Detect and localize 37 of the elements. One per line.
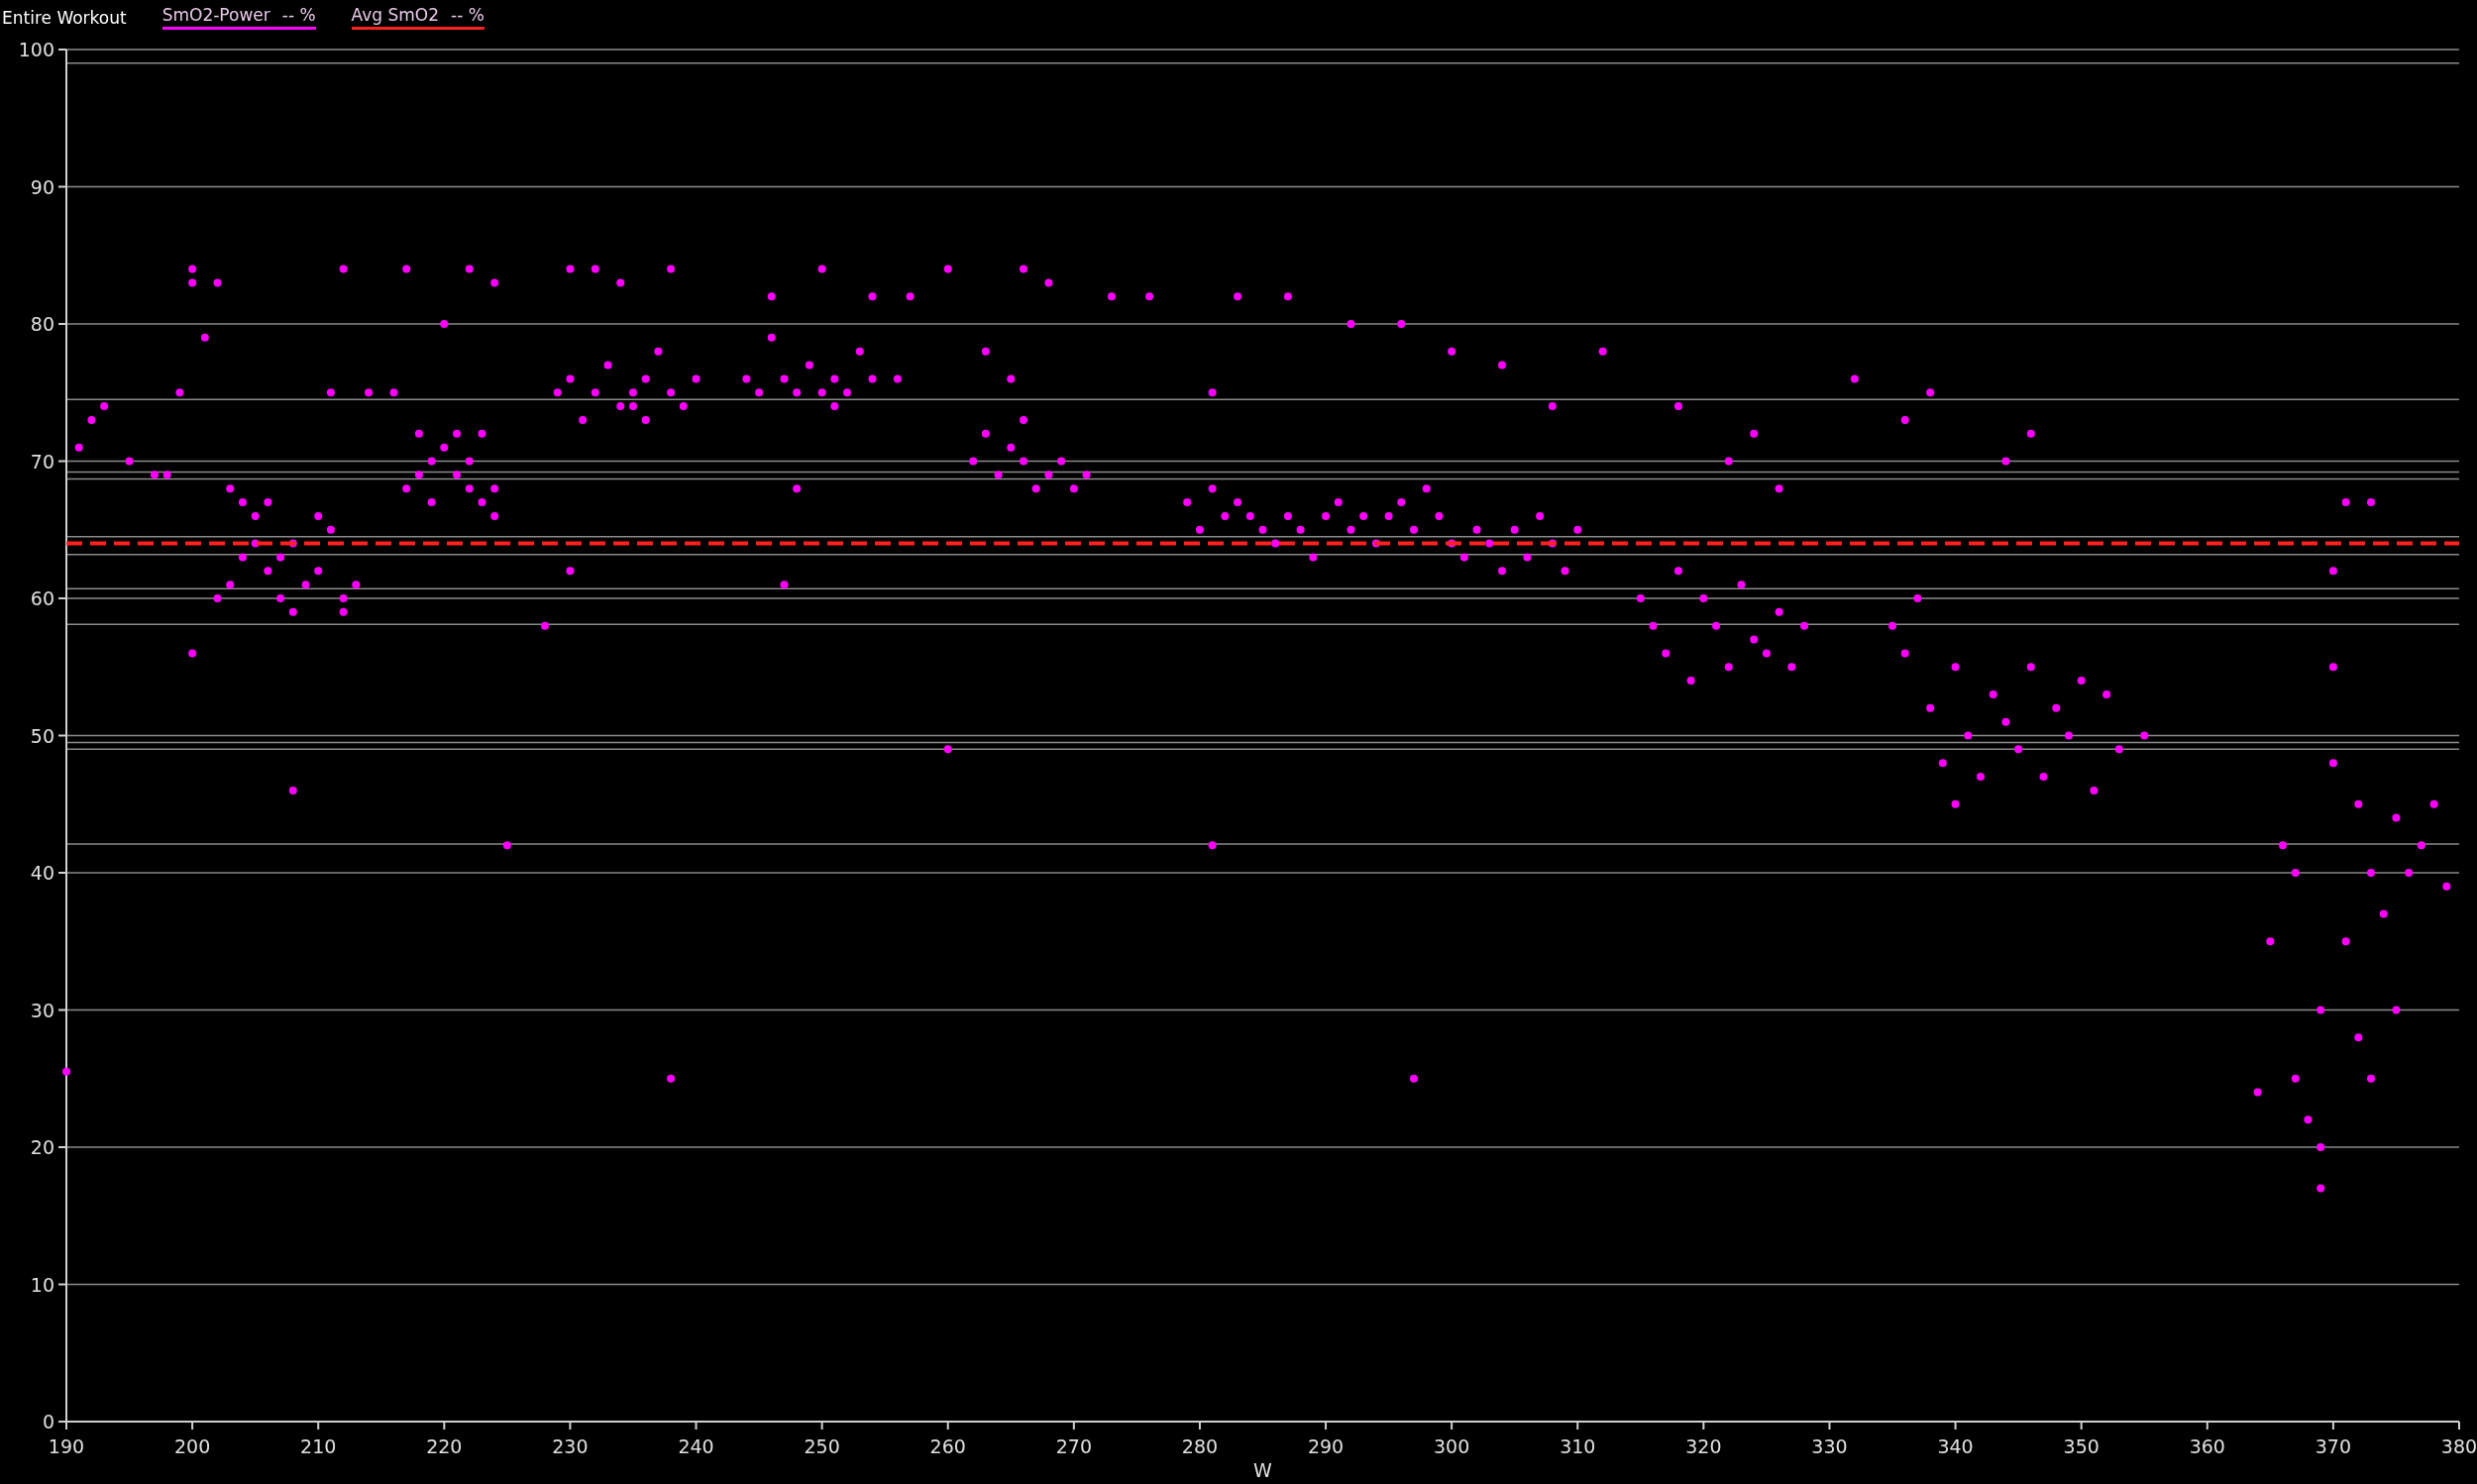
axis-tick-label: 30 [30,999,54,1021]
axis-tick-label: 320 [1685,1435,1722,1457]
legend-label: SmO2-Power [162,5,270,25]
legend-value: -- % [281,5,316,25]
axis-tick-label: 100 [18,39,54,60]
chart-title: Entire Workout [2,7,127,28]
axis-tick-label: 350 [2063,1435,2100,1457]
axis-tick-label: 300 [1434,1435,1470,1457]
axis-tick-label: 240 [678,1435,714,1457]
axis-tick-label: 270 [1055,1435,1092,1457]
axis-tick-label: 0 [42,1411,54,1432]
axis-tick-label: 80 [30,313,54,335]
axis-tick-label: 60 [30,587,54,609]
axis-tick-label: 310 [1560,1435,1596,1457]
axis-tick-label: 280 [1181,1435,1219,1457]
axis-tick-label: 70 [30,450,54,473]
legend-label: Avg SmO2 [351,5,440,25]
axis-tick-label: 220 [426,1435,463,1457]
x-axis-label: W [1253,1459,1272,1481]
axis-tick-label: 20 [30,1136,54,1158]
legend-value: -- % [451,5,485,25]
axis-tick-label: 90 [30,175,54,198]
axis-tick-label: 330 [1811,1435,1848,1457]
axis-tick-label: 290 [1307,1435,1345,1457]
axis-tick-label: 230 [552,1435,589,1457]
axis-tick-label: 190 [48,1435,85,1457]
axis-tick-label: 40 [30,862,54,884]
axis-tick-label: 360 [2189,1435,2225,1457]
axis-tick-label: 340 [1937,1435,1974,1457]
axis-tick-label: 260 [929,1435,966,1457]
axis-tick-label: 210 [300,1435,337,1457]
axis-tick-label: 10 [30,1273,54,1296]
axis-tick-label: 200 [173,1435,211,1457]
axis-tick-label: 380 [2440,1435,2477,1457]
axis-tick-label: 250 [804,1435,840,1457]
axis-tick-label: 370 [2315,1435,2352,1457]
axis-tick-label: 50 [30,724,54,747]
